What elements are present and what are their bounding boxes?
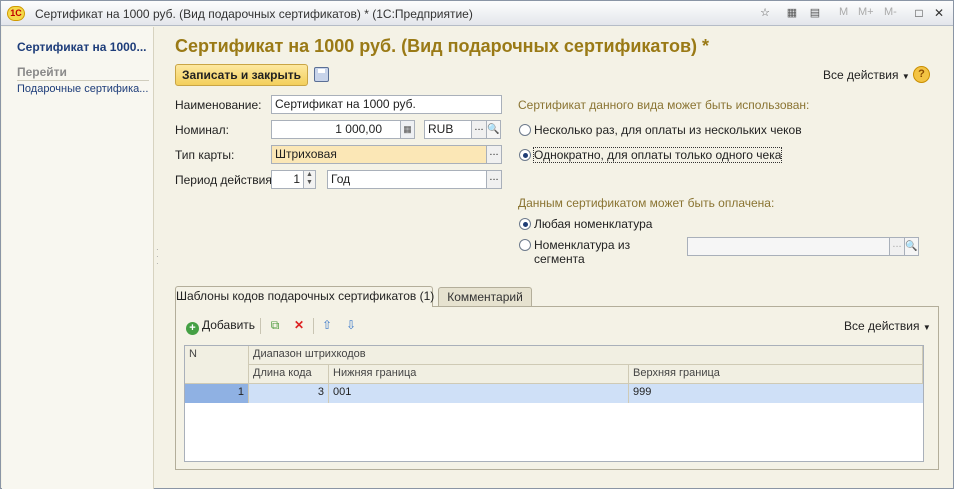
- panel-resize-grip[interactable]: · · ·: [156, 246, 160, 268]
- nominal-label: Номинал:: [175, 123, 229, 137]
- payment-segment-label-2[interactable]: сегмента: [534, 252, 585, 266]
- title-bar: 1С Сертификат на 1000 руб. (Вид подарочн…: [1, 1, 953, 26]
- segment-select-button[interactable]: ...: [889, 237, 905, 256]
- tab-panel: + Добавить ⧉ ✕ ⇧ ⇩ Все действия ▼ N Диапа…: [175, 306, 939, 470]
- close-icon[interactable]: ✕: [931, 5, 947, 21]
- payment-any-radio[interactable]: [519, 218, 531, 230]
- period-stepper[interactable]: ▲ ▼: [303, 170, 316, 189]
- segment-search-icon[interactable]: 🔍: [904, 237, 919, 256]
- table-all-actions-menu[interactable]: Все действия ▼: [844, 319, 931, 333]
- memory-minus-button[interactable]: M-: [884, 6, 897, 18]
- calendar-icon[interactable]: ▤: [807, 5, 823, 21]
- usage-single-label[interactable]: Однократно, для оплаты только одного чек…: [532, 147, 783, 163]
- column-group-header-barcode-range[interactable]: Диапазон штрихкодов: [249, 346, 923, 365]
- memory-m-button[interactable]: M: [839, 6, 848, 18]
- period-label: Период действия:: [175, 173, 276, 187]
- segment-input[interactable]: [687, 237, 890, 256]
- table-all-actions-label: Все действия: [844, 319, 920, 333]
- cell-code-length[interactable]: 3: [249, 384, 329, 403]
- payment-segment-radio[interactable]: [519, 239, 531, 251]
- period-quantity-input[interactable]: 1: [271, 170, 304, 189]
- payment-group-title: Данным сертификатом может быть оплачена:: [518, 196, 775, 210]
- toolbar-divider: [260, 318, 261, 334]
- favorite-star-icon[interactable]: ☆: [757, 5, 773, 21]
- save-disk-icon[interactable]: [314, 67, 329, 82]
- navigation-panel: Сертификат на 1000... Перейти Подарочные…: [2, 27, 154, 489]
- add-button[interactable]: + Добавить: [186, 318, 255, 335]
- toolbar-divider: [313, 318, 314, 334]
- delete-row-icon[interactable]: ✕: [291, 317, 307, 333]
- column-header-n[interactable]: N: [185, 346, 249, 384]
- sidebar-section-goto: Перейти: [17, 65, 149, 81]
- usage-group-title: Сертификат данного вида может быть испол…: [518, 98, 810, 112]
- code-templates-table[interactable]: N Диапазон штрихкодов Длина кода Нижняя …: [184, 345, 924, 462]
- nominal-input[interactable]: 1 000,00: [271, 120, 401, 139]
- page-title: Сертификат на 1000 руб. (Вид подарочных …: [175, 36, 710, 56]
- usage-multiple-label[interactable]: Несколько раз, для оплаты из нескольких …: [534, 123, 802, 137]
- move-up-icon[interactable]: ⇧: [319, 317, 335, 333]
- window-title: Сертификат на 1000 руб. (Вид подарочных …: [35, 7, 473, 21]
- cell-n[interactable]: 1: [185, 384, 249, 403]
- form-area: Сертификат на 1000 руб. (Вид подарочных …: [161, 27, 953, 489]
- dropdown-arrow-icon: ▼: [922, 323, 931, 332]
- column-header-lower-bound[interactable]: Нижняя граница: [329, 365, 629, 384]
- sidebar-item-gift-certificates[interactable]: Подарочные сертифика...: [17, 83, 152, 95]
- currency-select-button[interactable]: ...: [471, 120, 487, 139]
- add-plus-icon: +: [186, 322, 199, 335]
- usage-multiple-radio[interactable]: [519, 124, 531, 136]
- usage-single-radio[interactable]: [519, 149, 531, 161]
- tab-code-templates[interactable]: Шаблоны кодов подарочных сертификатов (1…: [175, 286, 434, 307]
- payment-segment-label-1[interactable]: Номенклатура из: [534, 238, 630, 252]
- cell-lower-bound[interactable]: 001: [329, 384, 629, 403]
- calculator-icon[interactable]: ▦: [400, 120, 415, 139]
- period-unit-input[interactable]: Год: [327, 170, 487, 189]
- column-header-upper-bound[interactable]: Верхняя граница: [629, 365, 923, 384]
- payment-any-label[interactable]: Любая номенклатура: [534, 217, 652, 231]
- dropdown-arrow-icon: ▼: [901, 72, 910, 81]
- app-logo-icon[interactable]: 1С: [7, 6, 25, 21]
- all-actions-menu[interactable]: Все действия ▼: [823, 68, 910, 82]
- calculator-icon[interactable]: ▦: [784, 5, 800, 21]
- move-down-icon[interactable]: ⇩: [343, 317, 359, 333]
- card-type-label: Тип карты:: [175, 148, 235, 162]
- name-label: Наименование:: [175, 98, 262, 112]
- column-header-code-length[interactable]: Длина кода: [249, 365, 329, 384]
- cell-upper-bound[interactable]: 999: [629, 384, 923, 403]
- period-unit-select-button[interactable]: ...: [486, 170, 502, 189]
- app-window: 1С Сертификат на 1000 руб. (Вид подарочн…: [0, 0, 954, 489]
- maximize-icon[interactable]: □: [911, 5, 927, 21]
- card-type-select-button[interactable]: ...: [486, 145, 502, 164]
- currency-search-icon[interactable]: 🔍: [486, 120, 501, 139]
- tab-comment[interactable]: Комментарий: [438, 287, 532, 307]
- memory-plus-button[interactable]: M+: [858, 6, 874, 18]
- all-actions-label: Все действия: [823, 68, 899, 82]
- card-type-input[interactable]: Штриховая: [271, 145, 487, 164]
- table-row[interactable]: 1 3 001 999: [185, 384, 923, 403]
- sidebar-title[interactable]: Сертификат на 1000...: [17, 40, 147, 54]
- copy-row-icon[interactable]: ⧉: [267, 317, 283, 333]
- help-icon[interactable]: ?: [913, 66, 930, 83]
- add-label: Добавить: [202, 318, 256, 332]
- name-input[interactable]: Сертификат на 1000 руб.: [271, 95, 502, 114]
- save-and-close-button[interactable]: Записать и закрыть: [175, 64, 308, 86]
- currency-input[interactable]: RUB: [424, 120, 472, 139]
